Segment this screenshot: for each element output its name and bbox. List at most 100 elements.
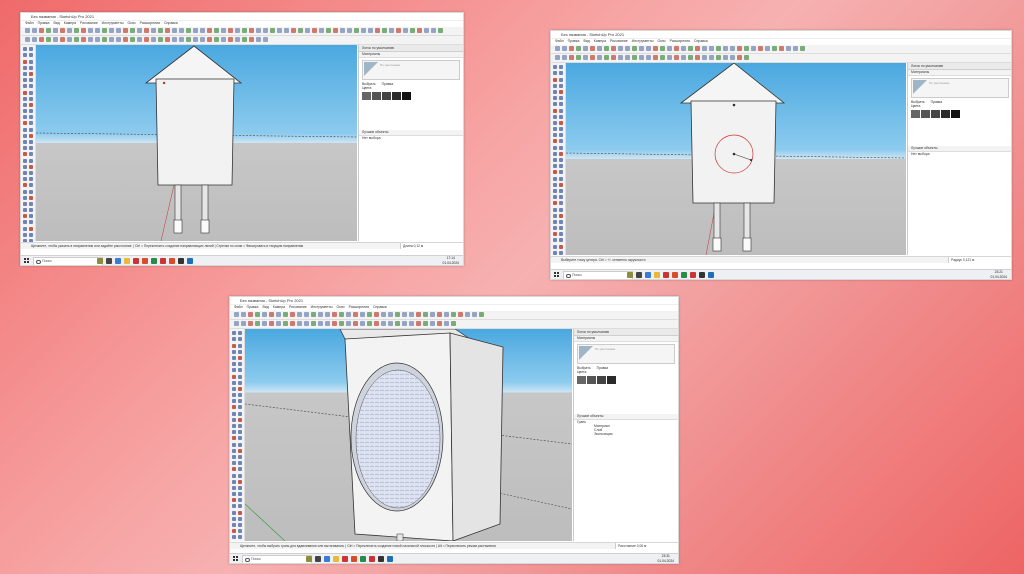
tab-edit[interactable]: Правка — [382, 82, 393, 86]
menu-item[interactable]: Справка — [694, 39, 708, 43]
status-bar: Щелкните, чтобы указать в направлении ил… — [21, 242, 463, 249]
left-toolbar[interactable] — [551, 63, 566, 261]
menu-item[interactable]: Окно — [336, 305, 344, 309]
windows-start-icon[interactable] — [554, 272, 559, 277]
menu-item[interactable]: Правка — [38, 21, 50, 25]
window-title: Без названия - SketchUp Pro 2021 — [551, 31, 1011, 39]
clock-date: 01.04.2024 — [990, 274, 1007, 279]
clock-time: 23:21 — [994, 270, 1003, 274]
menu-item[interactable]: Расширения — [140, 21, 160, 25]
materials-section[interactable]: Материалы — [908, 70, 1011, 76]
secondary-toolbar[interactable] — [551, 54, 1011, 63]
status-text: Щелкните, чтобы указать в направлении ил… — [31, 244, 304, 248]
material-name: По умолчанию — [929, 81, 950, 85]
color-swatches[interactable] — [362, 92, 460, 100]
taskbar-search[interactable]: Поиск — [563, 271, 633, 279]
material-preview: По умолчанию — [577, 344, 675, 364]
screenshot-3: Без названия - SketchUp Pro 2021 Файл Пра… — [229, 296, 679, 564]
swatch-library-label[interactable]: Цвета — [574, 370, 678, 374]
entity-field-exposure[interactable]: Экспозиция — [574, 432, 678, 436]
3d-viewport[interactable] — [566, 63, 906, 255]
secondary-toolbar[interactable] — [21, 36, 463, 45]
windows-taskbar: Поиск 17:14 01.04.2024 — [21, 255, 463, 265]
taskbar-apps[interactable] — [306, 555, 393, 562]
menu-bar: Файл Правка Вид Камера Рисование Инструменты О… — [21, 21, 463, 26]
toolbar-icons[interactable] — [25, 37, 459, 43]
screenshot-1: Без названия - SketchUp Pro 2021 Файл Пра… — [20, 12, 464, 266]
clock-time: 23:31 — [661, 554, 670, 558]
tray-title: Лоток по умолчанию — [908, 63, 1011, 70]
menu-item[interactable]: Инструменты — [632, 39, 654, 43]
measurement-box[interactable]: Длина 0,12 м — [400, 243, 463, 249]
menu-item[interactable]: Файл — [234, 305, 243, 309]
swatch-library-label[interactable]: Цвета — [908, 104, 1011, 108]
menu-item[interactable]: Вид — [262, 305, 268, 309]
material-name: По умолчанию — [380, 63, 401, 67]
menu-item[interactable]: Рисование — [80, 21, 98, 25]
status-text: Щелкните, чтобы выбрать грань для вдавли… — [240, 544, 496, 548]
taskbar-clock: 17:14 01.04.2024 — [442, 256, 459, 265]
menu-item[interactable]: Расширения — [670, 39, 690, 43]
tab-edit[interactable]: Правка — [597, 366, 608, 370]
menu-item[interactable]: Камера — [64, 21, 76, 25]
default-tray: Лоток по умолчанию Материалы По умолчани… — [358, 45, 463, 241]
measurement-box[interactable]: Расстояние 0,06 м — [615, 543, 678, 549]
window-title: Без названия - SketchUp Pro 2021 — [230, 297, 678, 305]
color-swatches[interactable] — [911, 110, 1009, 118]
secondary-toolbar[interactable] — [230, 320, 678, 329]
menu-item[interactable]: Правка — [568, 39, 580, 43]
menu-item[interactable]: Справка — [164, 21, 178, 25]
menu-item[interactable]: Файл — [555, 39, 564, 43]
materials-section[interactable]: Материалы — [359, 52, 463, 58]
menu-item[interactable]: Правка — [247, 305, 259, 309]
components-status: Нет выбора — [911, 152, 930, 156]
menu-item[interactable]: Рисование — [610, 39, 628, 43]
taskbar-search[interactable]: Поиск — [242, 555, 312, 563]
menu-bar: Файл Правка Вид Камера Рисование Инструменты О… — [230, 305, 678, 310]
taskbar-apps[interactable] — [627, 271, 714, 278]
taskbar-search[interactable]: Поиск — [33, 257, 103, 265]
main-toolbar[interactable] — [230, 311, 678, 320]
swatch-library-label[interactable]: Цвета — [359, 86, 463, 90]
status-bar: Щелкните, чтобы выбрать грань для вдавли… — [230, 542, 678, 549]
menu-item[interactable]: Инструменты — [102, 21, 124, 25]
tab-edit[interactable]: Правка — [931, 100, 942, 104]
left-toolbar[interactable] — [21, 45, 36, 243]
menu-item[interactable]: Инструменты — [311, 305, 333, 309]
menu-item[interactable]: Вид — [583, 39, 589, 43]
menu-item[interactable]: Расширения — [349, 305, 369, 309]
toolbar-icons[interactable] — [234, 321, 674, 327]
toolbar-icons[interactable] — [555, 46, 1007, 52]
menu-item[interactable]: Вид — [53, 21, 59, 25]
windows-start-icon[interactable] — [24, 258, 29, 263]
menu-item[interactable]: Камера — [273, 305, 285, 309]
status-text: Выберите точку центра. Ctrl = +/- сегмен… — [561, 258, 646, 262]
windows-start-icon[interactable] — [233, 556, 238, 561]
measurement-box[interactable]: Радиус 0,121 м — [948, 257, 1011, 263]
material-preview: По умолчанию — [362, 60, 460, 80]
3d-viewport[interactable] — [36, 45, 357, 241]
3d-viewport[interactable] — [245, 329, 572, 541]
menu-item[interactable]: Окно — [657, 39, 665, 43]
menu-item[interactable]: Справка — [373, 305, 387, 309]
toolbar-icons[interactable] — [555, 55, 1007, 61]
main-toolbar[interactable] — [21, 27, 463, 36]
materials-section[interactable]: Материалы — [574, 336, 678, 342]
main-toolbar[interactable] — [551, 45, 1011, 54]
model-birdhouse-closeup — [245, 329, 572, 541]
material-preview: По умолчанию — [911, 78, 1009, 98]
model-birdhouse-front — [36, 45, 357, 241]
screenshot-2: Без названия - SketchUp Pro 2021 Файл Пра… — [550, 30, 1012, 280]
status-bar: Выберите точку центра. Ctrl = +/- сегмен… — [551, 256, 1011, 263]
taskbar-apps[interactable] — [97, 257, 193, 264]
color-swatches[interactable] — [577, 376, 675, 384]
toolbar-icons[interactable] — [25, 28, 459, 34]
toolbar-icons[interactable] — [234, 312, 674, 318]
clock-date: 01.04.2024 — [657, 558, 674, 563]
windows-taskbar: Поиск 23:31 01.04.2024 — [230, 553, 678, 563]
left-toolbar[interactable] — [230, 329, 245, 546]
menu-item[interactable]: Камера — [594, 39, 606, 43]
menu-item[interactable]: Рисование — [289, 305, 307, 309]
menu-item[interactable]: Окно — [127, 21, 135, 25]
menu-item[interactable]: Файл — [25, 21, 34, 25]
